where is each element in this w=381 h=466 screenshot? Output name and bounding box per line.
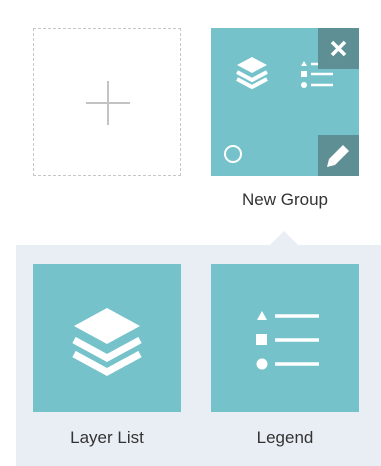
new-group-tile[interactable] xyxy=(211,28,359,176)
close-icon xyxy=(330,40,347,57)
layer-list-label: Layer List xyxy=(70,428,144,447)
layers-icon xyxy=(236,57,268,90)
remove-group-button[interactable] xyxy=(318,28,359,69)
add-widget-tile[interactable] xyxy=(33,28,181,176)
layer-list-widget-tile[interactable] xyxy=(33,264,181,412)
panel-pointer xyxy=(270,231,298,245)
legend-icon xyxy=(256,311,319,370)
pencil-icon xyxy=(327,145,349,167)
group-label: New Group xyxy=(242,190,328,209)
plus-icon xyxy=(86,81,130,125)
legend-widget-tile[interactable] xyxy=(211,264,359,412)
radio-circle-icon[interactable] xyxy=(223,144,243,164)
layers-icon xyxy=(72,308,142,376)
legend-label: Legend xyxy=(256,428,314,447)
widget-group-editor: New Group Layer List Legend xyxy=(0,0,381,466)
edit-group-button[interactable] xyxy=(318,135,359,176)
